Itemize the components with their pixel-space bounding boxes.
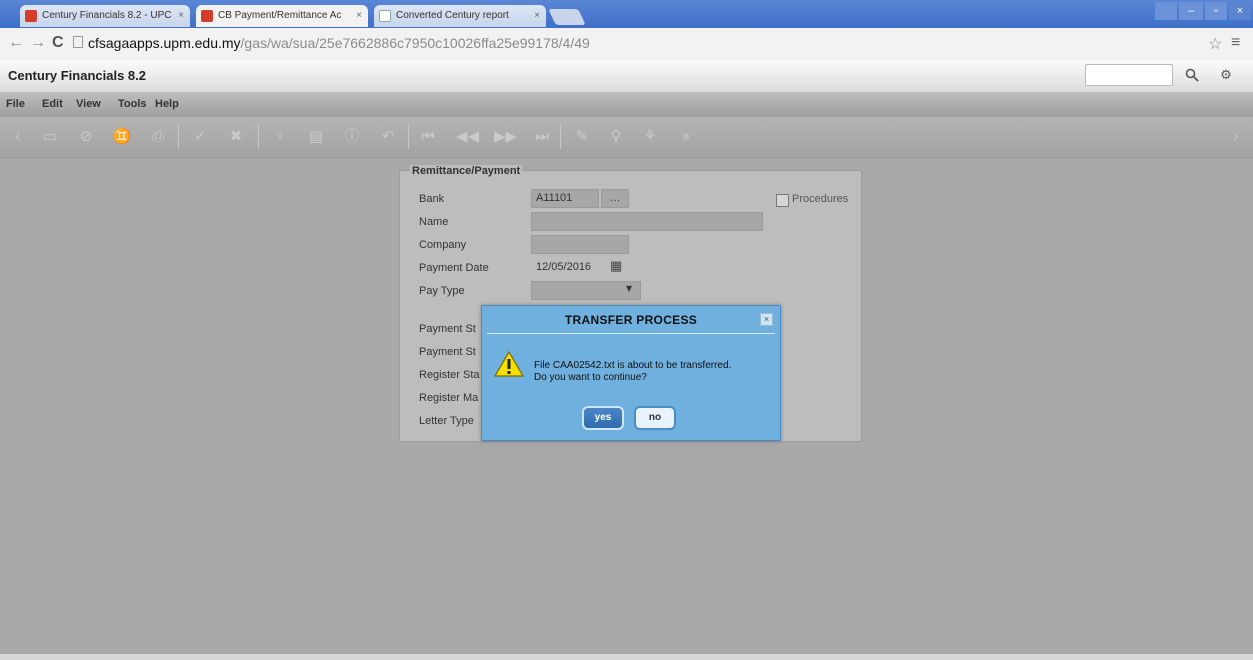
filter-icon[interactable]: ⚘ [640, 127, 660, 147]
browser-toolbar: ← → C cfsagaapps.upm.edu.my/gas/wa/sua/2… [0, 28, 1253, 61]
pay-type-select[interactable] [531, 281, 641, 300]
menu-edit[interactable]: Edit [42, 98, 63, 110]
toolbar-separator [408, 125, 409, 149]
user-icon[interactable] [1155, 2, 1177, 20]
payment-status-label: Payment St [419, 323, 476, 335]
tab-century-financials[interactable]: Century Financials 8.2 - UPC × [20, 5, 190, 27]
search-icon[interactable] [1178, 64, 1206, 86]
url-host: cfsagaapps.upm.edu.my [88, 35, 241, 51]
undo-icon[interactable]: ↶ [378, 127, 398, 147]
yes-button[interactable]: yes [582, 406, 624, 430]
bank-input[interactable]: A11101 [531, 189, 599, 208]
letter-type-label: Letter Type [419, 415, 474, 427]
window-close-icon[interactable]: × [1229, 2, 1251, 20]
last-record-icon[interactable]: ⏭ [532, 127, 552, 147]
panel-title: Remittance/Payment [410, 165, 523, 177]
procedures-label: Procedures [792, 193, 849, 205]
warning-icon [493, 350, 525, 381]
name-label: Name [419, 216, 449, 228]
tab-close-icon[interactable]: × [178, 5, 184, 27]
edit-icon[interactable]: ✎ [572, 127, 592, 147]
transfer-process-dialog: TRANSFER PROCESS × File CAA02542.txt is … [481, 305, 781, 441]
url-path: /gas/wa/sua/25e7662886c7950c10026ffa25e9… [240, 35, 590, 51]
page-icon [73, 36, 83, 48]
toolbar-separator [258, 125, 259, 149]
forward-arrow-icon[interactable]: › [1226, 127, 1246, 147]
chevron-down-icon[interactable]: ▾ [626, 281, 632, 295]
status-bar [0, 654, 1253, 660]
help-icon[interactable]: ● [676, 127, 696, 147]
dialog-message-line-1: File CAA02542.txt is about to be transfe… [534, 360, 732, 371]
document-favicon-icon [379, 10, 391, 22]
menu-tools[interactable]: Tools [118, 98, 147, 110]
menu-file[interactable]: File [6, 98, 25, 110]
payment-date-input[interactable]: 12/05/2016 [531, 258, 603, 277]
menu-bar: File Edit View Tools Help [0, 93, 1253, 117]
procedures-checkbox[interactable] [776, 194, 789, 207]
address-bar[interactable]: cfsagaapps.upm.edu.my/gas/wa/sua/25e7662… [88, 33, 1193, 53]
dialog-divider [487, 333, 775, 334]
back-arrow-icon[interactable]: ‹ [8, 127, 28, 147]
calendar-icon[interactable]: ▦ [610, 258, 622, 274]
previous-record-icon[interactable]: ◀◀ [456, 127, 479, 147]
info-icon[interactable]: ⓘ [342, 127, 362, 147]
first-record-icon[interactable]: ⏮ [418, 127, 438, 147]
back-icon[interactable]: ← [8, 34, 24, 52]
reload-icon[interactable]: C [52, 34, 64, 52]
name-input[interactable] [531, 212, 763, 231]
delete-icon[interactable]: ✖ [226, 127, 246, 147]
new-tab-button[interactable] [548, 9, 586, 25]
toolbar-separator [178, 125, 179, 149]
query-icon[interactable]: ⊘ [76, 127, 96, 147]
app-header: Century Financials 8.2 ⚙ [0, 60, 1253, 93]
settings-icon[interactable]: ⚙ [1212, 64, 1240, 86]
tab-close-icon[interactable]: × [534, 5, 540, 27]
toolbar-separator [560, 125, 561, 149]
save-icon[interactable]: ✓ [190, 127, 210, 147]
minimize-icon[interactable]: – [1179, 2, 1203, 20]
app-favicon-icon [201, 10, 213, 22]
bank-label: Bank [419, 193, 445, 205]
pay-type-label: Pay Type [419, 285, 465, 297]
binoculars-icon[interactable]: ♊ [112, 127, 132, 147]
next-record-icon[interactable]: ▶▶ [494, 127, 517, 147]
pin-icon[interactable]: ⚲ [606, 127, 626, 147]
register-status-label: Register Sta [419, 369, 480, 381]
dialog-message-line-2: Do you want to continue? [534, 372, 647, 383]
bookmark-star-icon[interactable]: ☆ [1208, 34, 1222, 54]
app-title: Century Financials 8.2 [8, 68, 146, 83]
dialog-title: TRANSFER PROCESS [564, 313, 698, 327]
print-icon[interactable]: ⎙ [148, 127, 168, 147]
browser-tab-strip: Century Financials 8.2 - UPC × CB Paymen… [0, 0, 1253, 28]
tab-close-icon[interactable]: × [356, 5, 362, 27]
maximize-icon[interactable]: ▫ [1205, 2, 1227, 20]
menu-view[interactable]: View [76, 98, 101, 110]
tab-label: Converted Century report [396, 10, 509, 21]
tab-cb-payment[interactable]: CB Payment/Remittance Ac × [196, 5, 368, 27]
company-label: Company [419, 239, 467, 251]
dialog-close-icon[interactable]: × [760, 313, 773, 326]
list-icon[interactable]: ▤ [306, 127, 326, 147]
app-search-input[interactable] [1085, 64, 1173, 86]
icon-toolbar: ‹ ▭ ⊘ ♊ ⎙ ✓ ✖ ♆ ▤ ⓘ ↶ ⏮ ◀◀ ▶▶ ⏭ ✎ ⚲ ⚘ ● … [0, 117, 1253, 158]
menu-help[interactable]: Help [155, 98, 179, 110]
new-record-icon[interactable]: ▭ [40, 127, 60, 147]
dialog-message: File CAA02542.txt is about to be transfe… [534, 360, 774, 384]
app-favicon-icon [25, 10, 37, 22]
payment-status-2-label: Payment St [419, 346, 476, 358]
no-button[interactable]: no [634, 406, 676, 430]
bank-lookup-button[interactable]: … [601, 189, 629, 208]
search-binoculars-icon[interactable]: ♆ [270, 127, 290, 147]
lookup-icon: … [609, 192, 621, 204]
chrome-menu-icon[interactable]: ≡ [1231, 34, 1240, 52]
tab-label: Century Financials 8.2 - UPC [42, 10, 172, 21]
tab-converted-report[interactable]: Converted Century report × [374, 5, 546, 27]
forward-icon[interactable]: → [30, 34, 46, 52]
tab-label: CB Payment/Remittance Ac [218, 10, 342, 21]
payment-date-label: Payment Date [419, 262, 489, 274]
company-input[interactable] [531, 235, 629, 254]
register-ma-label: Register Ma [419, 392, 479, 404]
